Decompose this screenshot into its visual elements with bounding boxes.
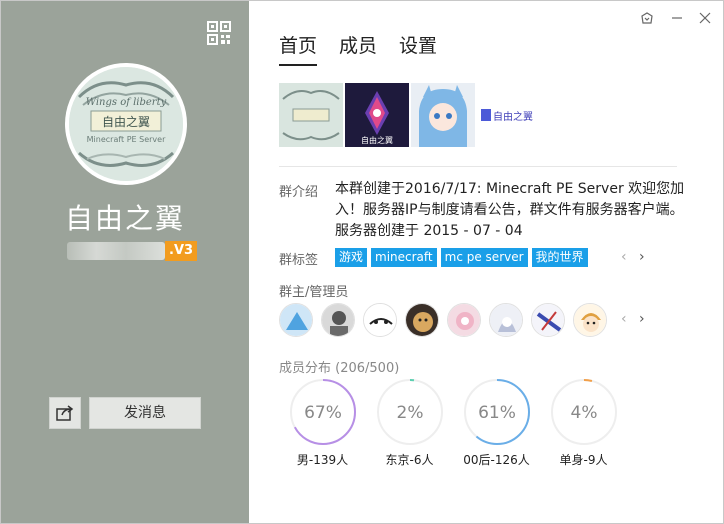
minimize-icon[interactable] xyxy=(669,11,685,27)
tag-item[interactable]: mc pe server xyxy=(440,248,528,267)
stat-label: 00后-126人 xyxy=(463,453,530,467)
stat-percent: 2% xyxy=(396,403,423,423)
share-icon xyxy=(56,405,74,421)
album-photo[interactable] xyxy=(279,83,343,147)
album-logo[interactable]: 自由之翼 xyxy=(477,83,541,147)
arrow-right-icon[interactable]: › xyxy=(639,249,645,265)
intro-label: 群介绍 xyxy=(279,185,319,200)
svg-text:自由之翼: 自由之翼 xyxy=(493,110,533,123)
send-message-button[interactable]: 发消息 xyxy=(89,397,201,429)
avatar[interactable] xyxy=(405,303,439,337)
close-icon[interactable] xyxy=(697,11,713,27)
tab-settings[interactable]: 设置 xyxy=(399,31,437,66)
tag-item[interactable]: 游戏 xyxy=(335,248,368,267)
tag-list: 游戏 minecraft mc pe server 我的世界 xyxy=(335,248,592,267)
tag-item[interactable]: 我的世界 xyxy=(531,248,588,267)
distribution-title: 成员分布 (206/500) xyxy=(279,361,400,376)
avatar[interactable] xyxy=(321,303,355,337)
stat-percent: 67% xyxy=(304,403,342,423)
tab-home[interactable]: 首页 xyxy=(279,31,318,66)
admin-list xyxy=(279,303,615,337)
group-id-blurred xyxy=(67,242,165,260)
album-photo[interactable] xyxy=(411,83,475,147)
arrow-right-icon[interactable]: › xyxy=(639,311,645,327)
avatar[interactable] xyxy=(531,303,565,337)
stat-single[interactable]: 4% 单身-9人 xyxy=(540,377,627,468)
avatar[interactable] xyxy=(447,303,481,337)
stat-label: 男-139人 xyxy=(296,453,349,467)
stat-region[interactable]: 2% 东京-6人 xyxy=(366,377,453,468)
group-intro: 本群创建于2016/7/17: Minecraft PE Server 欢迎您加… xyxy=(335,181,685,239)
arrow-left-icon[interactable]: ‹ xyxy=(621,249,627,265)
stat-label: 东京-6人 xyxy=(385,453,434,467)
stat-percent: 4% xyxy=(570,403,597,423)
qr-code-icon[interactable] xyxy=(207,21,231,45)
stat-gender[interactable]: 67% 男-139人 xyxy=(279,377,366,468)
section-divider xyxy=(279,166,677,167)
skin-icon[interactable] xyxy=(639,11,655,27)
tag-item[interactable]: minecraft xyxy=(371,248,437,267)
admins-label: 群主/管理员 xyxy=(279,285,349,300)
avatar[interactable] xyxy=(489,303,523,337)
group-avatar-ring[interactable]: Wings of liberty 自由之翼 Minecraft PE Serve… xyxy=(65,63,187,185)
group-id-row: .V3 xyxy=(67,241,198,261)
group-avatar[interactable]: Wings of liberty 自由之翼 Minecraft PE Serve… xyxy=(69,67,183,181)
svg-text:Wings of liberty: Wings of liberty xyxy=(86,97,167,108)
stat-percent: 61% xyxy=(478,403,516,423)
svg-text:Minecraft PE Server: Minecraft PE Server xyxy=(87,135,166,144)
svg-text:自由之翼: 自由之翼 xyxy=(102,115,150,129)
tab-bar: 首页 成员 设置 xyxy=(279,31,459,66)
avatar[interactable] xyxy=(279,303,313,337)
svg-text:自由之翼: 自由之翼 xyxy=(361,135,393,145)
avatar[interactable] xyxy=(363,303,397,337)
share-button[interactable] xyxy=(49,397,81,429)
main-panel: 首页 成员 设置 自由之翼 自由之翼 群介绍 本群创建于2016/7/17: M… xyxy=(249,1,723,523)
group-album: 自由之翼 自由之翼 xyxy=(279,83,543,147)
album-photo[interactable]: 自由之翼 xyxy=(345,83,409,147)
stat-label: 单身-9人 xyxy=(559,453,608,467)
avatar[interactable] xyxy=(573,303,607,337)
profile-sidebar: Wings of liberty 自由之翼 Minecraft PE Serve… xyxy=(1,1,249,523)
stat-age[interactable]: 61% 00后-126人 xyxy=(453,377,540,468)
tab-members[interactable]: 成员 xyxy=(339,31,377,66)
group-profile-window: Wings of liberty 自由之翼 Minecraft PE Serve… xyxy=(0,0,724,524)
member-distribution: 67% 男-139人 2% 东京-6人 61% 00后-126人 4% 单身-9… xyxy=(279,377,627,468)
arrow-left-icon[interactable]: ‹ xyxy=(621,311,627,327)
level-badge: .V3 xyxy=(165,241,198,261)
tags-label: 群标签 xyxy=(279,253,319,268)
group-name: 自由之翼 xyxy=(64,202,185,235)
